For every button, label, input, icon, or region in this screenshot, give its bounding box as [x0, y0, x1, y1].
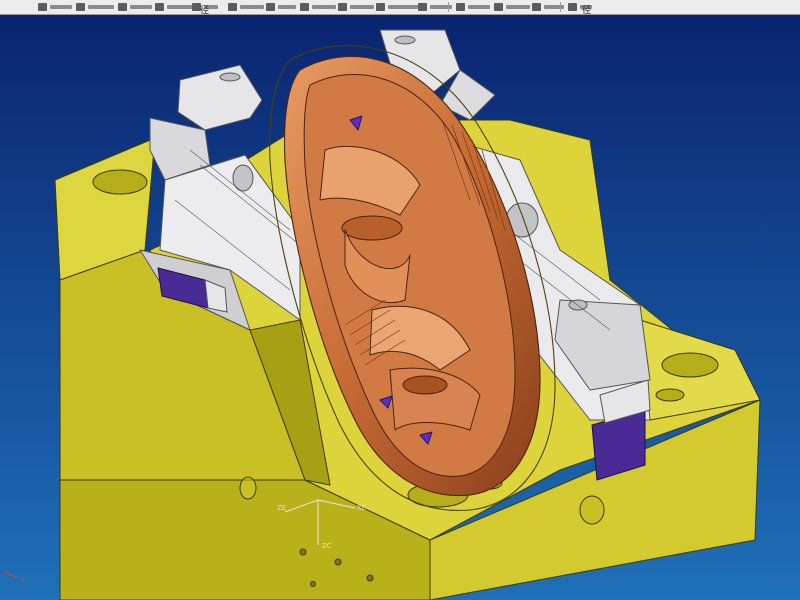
toolbar-button[interactable] [38, 0, 72, 14]
toolbar-button[interactable] [76, 0, 114, 14]
toolbar: 径 径 [0, 0, 800, 15]
tool-icon [456, 3, 465, 11]
triad-label-ze: ZE [277, 504, 286, 512]
tool-icon [494, 3, 503, 11]
toolbar-button[interactable] [418, 0, 452, 14]
tool-icon [192, 3, 201, 11]
cad-viewport[interactable]: ZE XE ZC x [0, 15, 800, 600]
tool-icon [266, 3, 275, 11]
tool-icon [532, 3, 541, 11]
corner-axis-label: x [20, 575, 25, 584]
toolbar-button[interactable] [155, 0, 193, 14]
toolbar-button[interactable] [118, 0, 152, 14]
toolbar-button[interactable] [338, 0, 374, 14]
tool-icon [228, 3, 237, 11]
tool-icon [38, 3, 47, 11]
toolbar-button[interactable] [266, 0, 296, 14]
tool-icon [568, 3, 577, 11]
toolbar-button[interactable] [376, 0, 418, 14]
toolbar-button[interactable] [494, 0, 530, 14]
tool-icon [118, 3, 127, 11]
toolbar-button[interactable] [456, 0, 490, 14]
tool-icon [155, 3, 164, 11]
toolbar-button[interactable] [228, 0, 264, 14]
tool-icon [376, 3, 385, 11]
triad-label-xe: XE [357, 504, 366, 512]
toolbar-button[interactable] [192, 0, 218, 14]
toolbar-button[interactable] [300, 0, 336, 14]
toolbar-sub-label: 径 [582, 6, 592, 15]
tool-icon [76, 3, 85, 11]
tool-icon [338, 3, 347, 11]
triad-label-zc: ZC [322, 542, 332, 550]
tool-icon [300, 3, 309, 11]
toolbar-separator [560, 2, 561, 12]
tool-icon [418, 3, 427, 11]
toolbar-separator [448, 2, 449, 12]
right-clamp[interactable] [591, 379, 651, 481]
